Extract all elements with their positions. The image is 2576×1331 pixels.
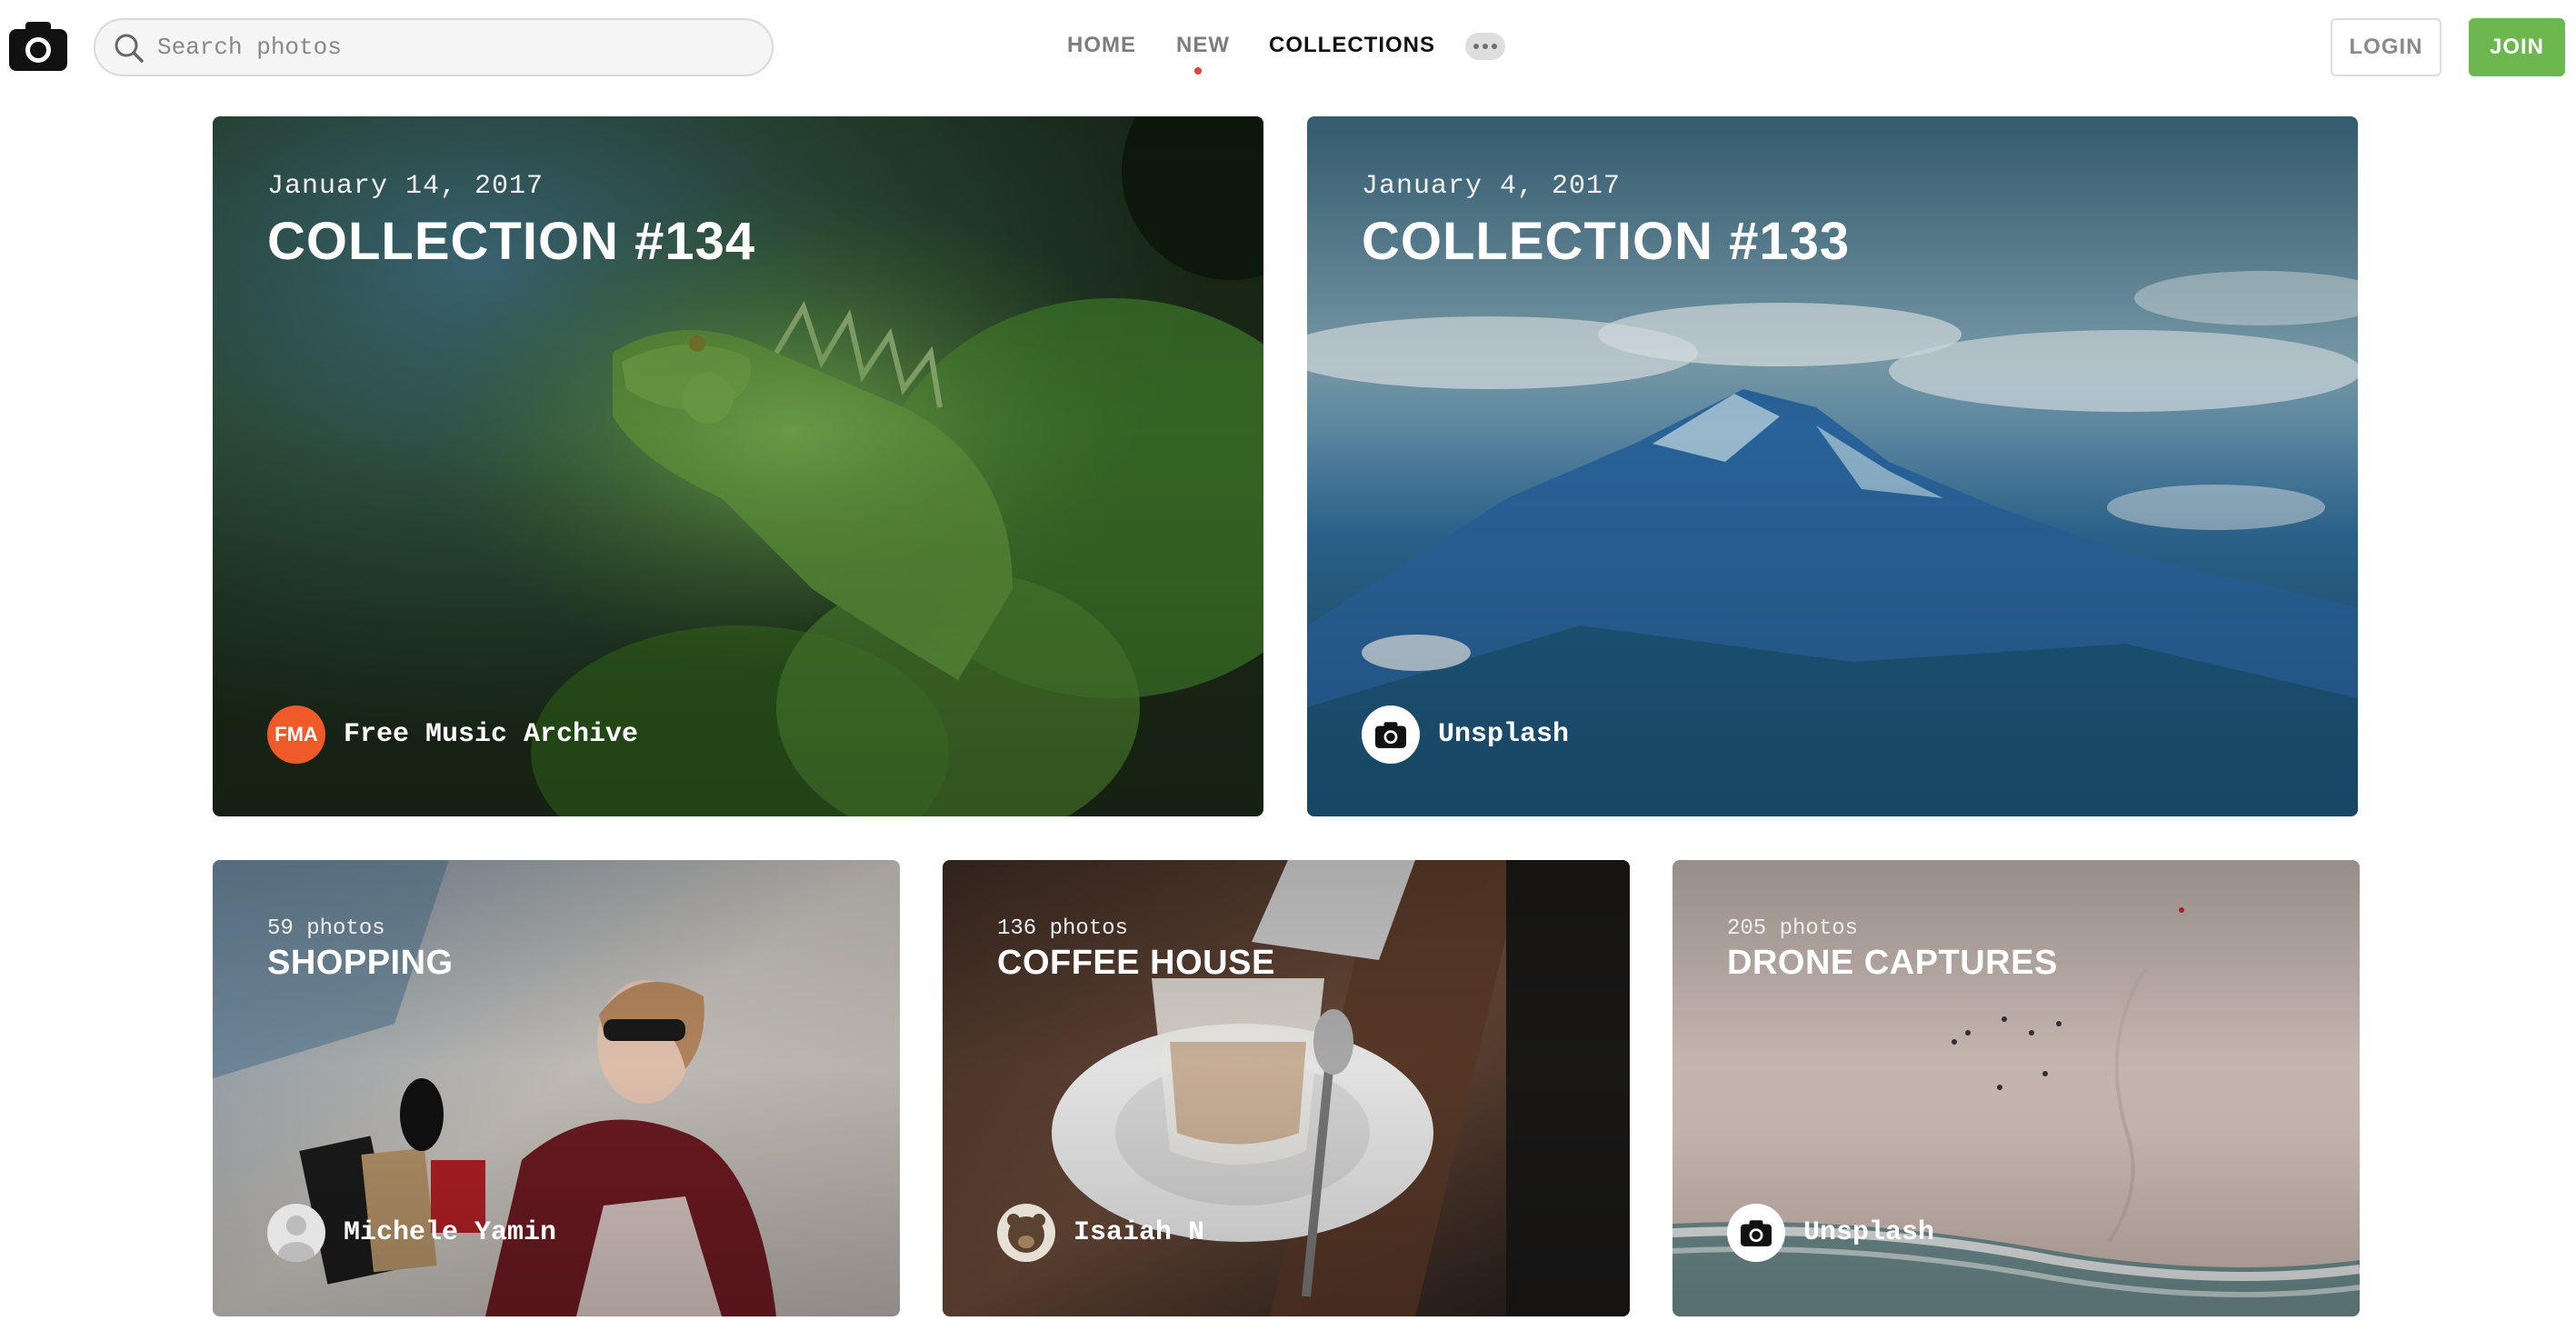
fma-avatar: FMA	[267, 706, 325, 764]
camera-icon	[1727, 1204, 1785, 1262]
collection-card-133[interactable]: January 4, 2017 COLLECTION #133 Unsplash	[1307, 116, 2358, 816]
photo-count: 205 photos	[1727, 916, 1859, 941]
collection-date: January 14, 2017	[267, 171, 544, 202]
login-button[interactable]: LOGIN	[2331, 18, 2441, 76]
new-indicator-dot	[1194, 67, 1202, 75]
default-avatar	[267, 1204, 325, 1262]
collection-card-drone-captures[interactable]: 205 photos DRONE CAPTURES Unsplash	[1672, 860, 2360, 1316]
collection-title[interactable]: COFFEE HOUSE	[997, 944, 1275, 983]
curator[interactable]: Isaiah N	[997, 1204, 1204, 1262]
curator[interactable]: Michele Yamin	[267, 1204, 556, 1262]
camera-icon	[1362, 706, 1420, 764]
more-dots-icon[interactable]	[1465, 33, 1505, 60]
collection-date: January 4, 2017	[1362, 171, 1622, 202]
nav-new[interactable]: NEW	[1176, 33, 1230, 64]
join-button[interactable]: JOIN	[2469, 18, 2565, 76]
search-input[interactable]	[157, 27, 757, 67]
collection-card-coffee-house[interactable]: 136 photos COFFEE HOUSE Isaiah N	[943, 860, 1630, 1316]
collection-title[interactable]: SHOPPING	[267, 944, 454, 983]
curator[interactable]: FMA Free Music Archive	[267, 706, 638, 764]
collection-title[interactable]: DRONE CAPTURES	[1727, 944, 2058, 983]
curator[interactable]: Unsplash	[1362, 706, 1569, 764]
photo-count: 59 photos	[267, 916, 385, 941]
collection-title[interactable]: COLLECTION #134	[267, 211, 755, 272]
nav-collections[interactable]: COLLECTIONS	[1269, 33, 1435, 64]
curator-name[interactable]: Free Music Archive	[344, 719, 638, 750]
nav-home[interactable]: HOME	[1067, 33, 1136, 64]
camera-logo-icon[interactable]	[9, 20, 67, 71]
curator-name[interactable]: Unsplash	[1438, 719, 1569, 750]
collection-card-shopping[interactable]: 59 photos SHOPPING Michele Yamin	[213, 860, 900, 1316]
bear-avatar	[997, 1204, 1055, 1262]
photo-count: 136 photos	[997, 916, 1129, 941]
fma-logo-text: FMA	[275, 723, 318, 746]
collection-card-134[interactable]: January 14, 2017 COLLECTION #134 FMA Fre…	[213, 116, 1263, 816]
top-bar: HOME NEW COLLECTIONS LOGIN JOIN	[0, 0, 2576, 95]
curator[interactable]: Unsplash	[1727, 1204, 1934, 1262]
curator-name[interactable]: Unsplash	[1803, 1217, 1934, 1248]
search-bar[interactable]	[94, 18, 774, 76]
curator-name[interactable]: Michele Yamin	[344, 1217, 556, 1248]
search-icon	[115, 34, 144, 63]
curator-name[interactable]: Isaiah N	[1073, 1217, 1204, 1248]
collection-title[interactable]: COLLECTION #133	[1362, 211, 1850, 272]
